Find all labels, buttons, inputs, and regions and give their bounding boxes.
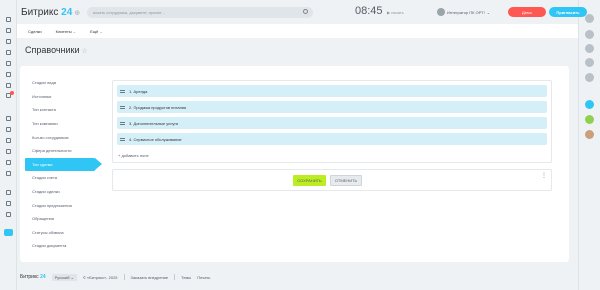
sites-icon[interactable] (4, 126, 13, 133)
left-toolbar (0, 0, 17, 290)
nav-deals[interactable]: Сделки (28, 29, 42, 34)
drag-handle-icon[interactable] (120, 137, 125, 141)
timeline-icon[interactable] (585, 73, 594, 82)
help-icon[interactable] (4, 189, 13, 196)
menu-item[interactable]: Стадии предложения (25, 198, 103, 212)
drag-handle-icon[interactable] (120, 89, 125, 93)
list-item[interactable]: 1. Аренда (117, 85, 547, 97)
language-label: Русский (54, 274, 70, 280)
more-options-icon[interactable]: ⋮ (541, 173, 547, 179)
pin-icon: ⊕ (74, 9, 81, 17)
drag-handle-icon[interactable] (120, 121, 125, 125)
user-menu[interactable]: Интегратор ПК ОРТ! ⌄ (437, 8, 490, 16)
menu-item[interactable]: Стадии счета (25, 171, 103, 185)
right-toolbar (578, 0, 600, 290)
clock: 08:45 (355, 5, 383, 17)
menu-item[interactable]: Тип компании (25, 117, 103, 131)
save-button[interactable]: СОХРАНИТЬ (293, 175, 326, 186)
notification-badge (10, 91, 14, 95)
mail-icon[interactable] (4, 71, 13, 78)
list-item-label: 4. Сервисное обслуживание (129, 136, 182, 142)
footer-logo-text: Битрикс (20, 274, 39, 280)
top-header: Битрикс 24 ⊕ искать сотрудника, документ,… (17, 0, 587, 24)
marketing-icon[interactable] (4, 159, 13, 166)
divider (174, 274, 176, 280)
menu-item[interactable]: Статусы обзвона (25, 226, 103, 240)
print-link[interactable]: Печать (197, 275, 210, 280)
footer-logo-number: 24 (40, 274, 46, 280)
footer: Битрикс 24 Русский ⌄ © «Битрикс», 2025 З… (20, 272, 210, 282)
status-avatar-icon[interactable] (585, 115, 594, 124)
chevron-down-icon: ⌄ (486, 9, 491, 15)
search-placeholder: искать сотрудника, документ, прочее... (93, 10, 165, 15)
user-avatar-icon (437, 8, 445, 16)
menu-item[interactable]: Тип контакта (25, 103, 103, 117)
app-icon[interactable] (4, 229, 13, 236)
add-field-link[interactable]: + добавить поле (118, 153, 149, 158)
list-item-label: 1. Аренда (129, 88, 148, 94)
menu-item[interactable]: Кол-во сотрудников (25, 130, 103, 144)
menu-item[interactable]: Стадии лида (25, 76, 103, 90)
user-avatar[interactable] (585, 130, 594, 139)
list-item[interactable]: 3. Дополнительные услуги (117, 117, 547, 129)
automation-icon[interactable] (4, 170, 13, 177)
user-name: Интегратор ПК ОРТ! (447, 9, 485, 15)
contacts-icon[interactable] (4, 137, 13, 144)
more-icon[interactable] (4, 211, 13, 218)
nav-more[interactable]: Ещё (90, 29, 103, 34)
demo-button[interactable]: Демо (508, 7, 546, 17)
search-icon (303, 9, 308, 14)
list-item-label: 2. Продажа продуктов питания (129, 104, 187, 110)
page-title: Справочники ☆ (25, 45, 88, 55)
invite-button[interactable]: Пригласить (549, 7, 587, 17)
order-implementation-link[interactable]: Заказать внедрение (131, 275, 169, 280)
menu-item[interactable]: Стадии документа (25, 239, 103, 253)
menu-item[interactable]: Стадии сделки (25, 185, 103, 199)
menu-item[interactable]: Тип сделки (25, 157, 102, 172)
calendar-icon[interactable] (4, 49, 13, 56)
search-input[interactable]: искать сотрудника, документ, прочее... (87, 7, 313, 18)
bell-icon[interactable] (585, 14, 594, 23)
cancel-button[interactable]: ОТМЕНИТЬ (330, 175, 362, 186)
tasks-icon[interactable] (4, 38, 13, 45)
drag-handle-icon[interactable] (120, 105, 125, 109)
logo-text: Битрикс (21, 6, 59, 18)
list-item-label: 3. Дополнительные услуги (129, 120, 179, 126)
feed-icon[interactable] (4, 27, 13, 34)
actions-bar: СОХРАНИТЬ ОТМЕНИТЬ ⋮ (112, 169, 552, 191)
page-title-text: Справочники (25, 45, 80, 55)
menu-item[interactable]: Сфера деятельности (25, 144, 103, 158)
menu-icon[interactable] (4, 16, 13, 23)
search-people-icon[interactable] (585, 30, 594, 39)
notifications-icon[interactable] (4, 91, 14, 99)
bitrix-logo[interactable]: Битрикс 24 ⊕ (21, 7, 80, 18)
divider (123, 274, 125, 280)
workday-status[interactable]: ▶ начать (387, 10, 404, 15)
menu-item[interactable]: Обращения (25, 212, 103, 226)
menu-item[interactable]: Источники (25, 90, 103, 104)
main-card: Стадии лида Источники Тип контакта Тип комп… (20, 66, 569, 262)
star-icon[interactable]: ☆ (82, 48, 88, 55)
crm-navigation: Сделки Клиенты Ещё (17, 24, 578, 38)
settings-icon[interactable] (4, 200, 13, 207)
reference-menu: Стадии лида Источники Тип контакта Тип комп… (25, 76, 103, 253)
call-icon[interactable] (585, 58, 594, 67)
openlines-icon[interactable] (585, 100, 594, 109)
drive-icon[interactable] (4, 60, 13, 67)
analytics-icon[interactable] (4, 148, 13, 155)
values-panel: 1. Аренда 2. Продажа продуктов питания 3… (112, 80, 552, 163)
chat-icon[interactable] (585, 44, 594, 53)
list-item[interactable]: 4. Сервисное обслуживание (117, 133, 547, 145)
workday-status-label: начать (391, 10, 404, 15)
themes-link[interactable]: Темы (181, 275, 191, 280)
shop-icon[interactable] (4, 115, 13, 122)
logo-number: 24 (61, 6, 73, 18)
copyright: © «Битрикс», 2025 (82, 274, 118, 280)
list-item[interactable]: 2. Продажа продуктов питания (117, 101, 547, 113)
footer-logo: Битрикс 24 (20, 274, 46, 280)
nav-clients[interactable]: Клиенты (56, 29, 77, 34)
crm-icon[interactable] (4, 82, 13, 89)
language-select[interactable]: Русский ⌄ (51, 273, 77, 281)
